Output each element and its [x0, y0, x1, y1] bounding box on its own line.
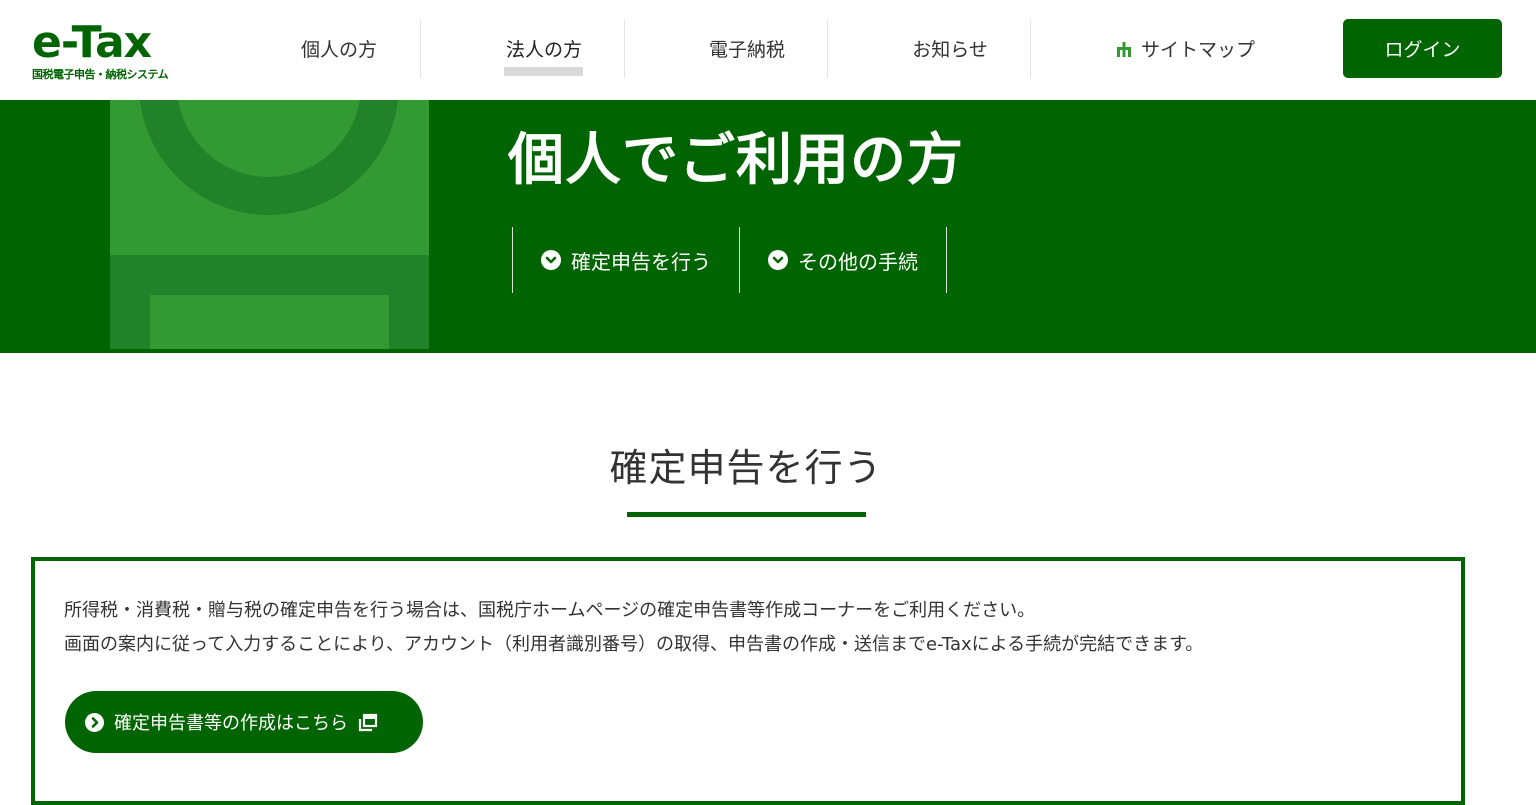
chevron-right-icon	[85, 712, 104, 732]
site-header: e-Tax 国税電子申告・納税システム 個人の方 法人の方 電子納税 お知らせ …	[0, 0, 1536, 100]
anchor-link-label: 確定申告を行う	[571, 249, 711, 274]
nav-item-sitemap[interactable]: サイトマップ	[1100, 18, 1270, 78]
chevron-down-icon	[768, 250, 788, 270]
anchor-link-label: その他の手続	[798, 249, 918, 274]
nav-divider	[420, 20, 421, 78]
nav-divider	[624, 20, 625, 78]
nav-divider	[827, 20, 828, 78]
create-tax-return-button[interactable]: 確定申告書等の作成はこちら	[65, 691, 423, 753]
description-line-1: 所得税・消費税・贈与税の確定申告を行う場合は、国税庁ホームページの確定申告書等作…	[64, 600, 1036, 621]
login-button[interactable]: ログイン	[1343, 19, 1502, 78]
section-heading-underline	[627, 512, 866, 517]
person-illustration	[110, 100, 429, 349]
logo-subtitle: 国税電子申告・納税システム	[32, 68, 169, 81]
section-heading: 確定申告を行う	[609, 446, 883, 490]
sitemap-icon	[1115, 40, 1133, 58]
description-line-2: 画面の案内に従って入力することにより、アカウント（利用者識別番号）の取得、申告書…	[64, 634, 1204, 655]
hero-anchor-links: 確定申告を行う その他の手続	[512, 227, 947, 293]
nav-divider	[1030, 20, 1031, 78]
nav-item-individual[interactable]: 個人の方	[258, 18, 420, 78]
chevron-down-icon	[541, 250, 561, 270]
external-window-icon	[358, 713, 378, 733]
anchor-link-tax-return[interactable]: 確定申告を行う	[512, 227, 739, 293]
nav-active-indicator	[504, 67, 583, 76]
etax-logo[interactable]: e-Tax 国税電子申告・納税システム	[32, 18, 182, 82]
anchor-link-other-procedures[interactable]: その他の手続	[739, 227, 947, 293]
hero-banner: 個人でご利用の方 確定申告を行う その他の手続	[0, 100, 1536, 353]
nav-item-news[interactable]: お知らせ	[869, 18, 1031, 78]
create-tax-return-label: 確定申告書等の作成はこちら	[114, 713, 348, 734]
logo-wordmark: e-Tax	[32, 17, 152, 68]
sitemap-label: サイトマップ	[1140, 38, 1255, 61]
page-title: 個人でご利用の方	[508, 128, 964, 193]
info-box	[31, 557, 1465, 805]
nav-item-electronic-payment[interactable]: 電子納税	[666, 18, 828, 78]
